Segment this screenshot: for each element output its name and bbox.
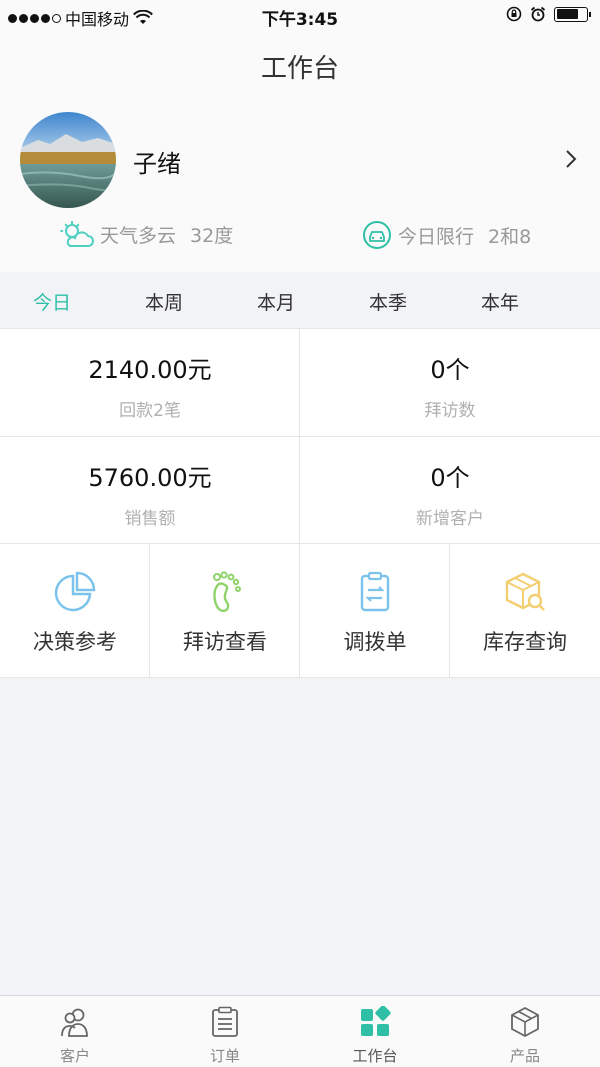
- stat-label: 拜访数: [424, 401, 476, 421]
- battery-icon: [554, 6, 591, 22]
- status-right: [506, 6, 591, 22]
- shortcut-visit-view[interactable]: 拜访查看: [150, 544, 300, 678]
- stat-sales-amount[interactable]: 5760.00元 销售额: [0, 436, 300, 544]
- tab-this-week[interactable]: 本周: [124, 288, 204, 315]
- shortcut-transfer-order[interactable]: 调拨单: [300, 544, 450, 678]
- pie-chart-icon: [54, 571, 96, 612]
- nav-label: 订单: [209, 1047, 240, 1065]
- weather-label: 天气多云: [100, 224, 177, 247]
- shortcut-label: 决策参考: [33, 630, 117, 654]
- tab-this-year[interactable]: 本年: [460, 288, 540, 315]
- rotation-lock-icon: [506, 6, 522, 22]
- shortcut-label: 调拨单: [343, 630, 407, 654]
- clipboard-transfer-icon: [360, 571, 390, 612]
- tab-today[interactable]: 今日: [12, 288, 92, 315]
- shortcut-grid: 决策参考 拜访查看 调拨单 库存查询: [0, 544, 600, 678]
- nav-label: 产品: [509, 1047, 540, 1065]
- stat-new-customers[interactable]: 0个 新增客户: [300, 436, 600, 544]
- user-name[interactable]: 子绪: [133, 144, 181, 179]
- nav-customers[interactable]: 客户: [0, 996, 150, 1067]
- stat-value: 2140.00元: [88, 356, 212, 384]
- shortcut-label: 拜访查看: [183, 630, 267, 654]
- profile-header: 工作台 子绪 天气多云 32度 今日限行 2和8: [0, 34, 600, 272]
- shortcut-decision-reference[interactable]: 决策参考: [0, 544, 150, 678]
- nav-products[interactable]: 产品: [450, 996, 600, 1067]
- chevron-right-icon[interactable]: [564, 148, 578, 170]
- tab-this-quarter[interactable]: 本季: [348, 288, 428, 315]
- shortcut-label: 库存查询: [483, 630, 567, 654]
- stat-label: 回款2笔: [119, 401, 181, 421]
- car-icon: [363, 221, 391, 249]
- product-cube-icon: [511, 1006, 539, 1038]
- partly-cloudy-icon: [60, 221, 94, 247]
- customers-icon: [61, 1008, 88, 1037]
- stat-label: 销售额: [124, 509, 176, 529]
- shortcut-inventory-query[interactable]: 库存查询: [450, 544, 600, 678]
- avatar[interactable]: [20, 112, 116, 208]
- nav-workbench[interactable]: 工作台: [300, 996, 450, 1067]
- stats-grid: 2140.00元 回款2笔 0个 拜访数 5760.00元 销售额 0个 新增客…: [0, 328, 600, 544]
- traffic-value: 2和8: [488, 225, 532, 248]
- alarm-icon: [530, 6, 546, 22]
- bottom-nav: 客户 订单 工作台 产品: [0, 995, 600, 1067]
- page-title: 工作台: [260, 54, 339, 84]
- stat-visits[interactable]: 0个 拜访数: [300, 328, 600, 436]
- workbench-screen: 中国移动 下午3:45 工作台 子绪 天气多云 32度 今日限行 2和8 今日 …: [0, 0, 600, 1067]
- footprint-icon: [213, 571, 241, 613]
- traffic-label: 今日限行: [398, 225, 475, 248]
- stat-value: 0个: [430, 356, 470, 384]
- avatar-landscape-image: [20, 112, 116, 208]
- stat-value: 5760.00元: [88, 464, 212, 492]
- period-tabs: 今日 本周 本月 本季 本年: [0, 272, 600, 328]
- nav-label: 工作台: [352, 1047, 398, 1065]
- nav-label: 客户: [59, 1047, 90, 1065]
- nav-orders[interactable]: 订单: [150, 996, 300, 1067]
- battery-level: [556, 9, 579, 19]
- tab-this-month[interactable]: 本月: [236, 288, 316, 315]
- weather-value: 32度: [190, 224, 234, 247]
- stat-payment-received[interactable]: 2140.00元 回款2笔: [0, 328, 300, 436]
- stat-value: 0个: [430, 464, 470, 492]
- weather-info: 天气多云 32度: [60, 220, 233, 248]
- box-search-icon: [505, 572, 545, 611]
- orders-icon: [212, 1006, 238, 1037]
- traffic-restriction-info: 今日限行 2和8: [362, 220, 531, 250]
- status-bar: 中国移动 下午3:45: [0, 0, 600, 34]
- workbench-icon: [361, 1006, 391, 1036]
- stat-label: 新增客户: [416, 509, 484, 529]
